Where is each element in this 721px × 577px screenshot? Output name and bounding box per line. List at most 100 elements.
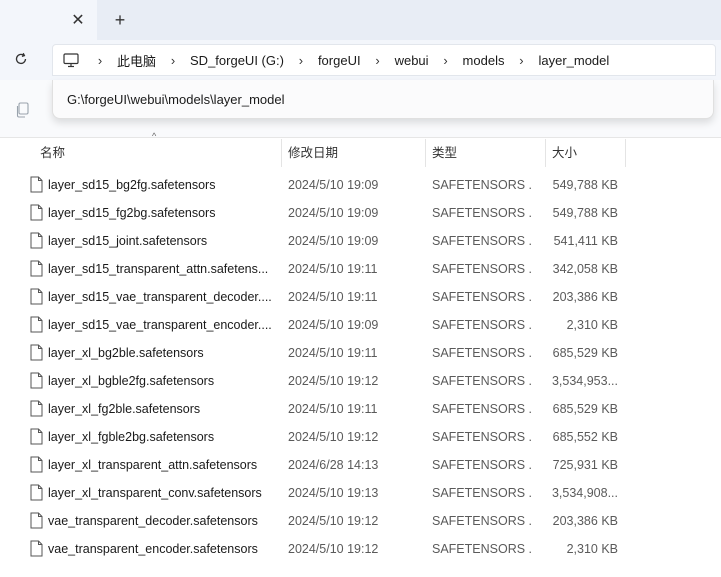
file-row[interactable]: layer_xl_transparent_attn.safetensors 202… [0,451,721,479]
breadcrumb-forgeui[interactable]: forgeUI [312,53,367,68]
file-date: 2024/5/10 19:12 [288,514,379,528]
file-name[interactable]: layer_sd15_joint.safetensors [48,227,273,255]
file-date: 2024/5/10 19:09 [288,234,379,248]
breadcrumb-drive[interactable]: SD_forgeUI (G:) [184,53,290,68]
file-icon [30,372,43,389]
file-name[interactable]: layer_sd15_vae_transparent_decoder.... [48,283,273,311]
file-type: SAFETENSORS ... [432,206,532,220]
breadcrumb-this-pc[interactable]: 此电脑 [111,51,162,70]
file-size: 725,931 KB [552,458,618,472]
file-icon [30,232,43,249]
file-type: SAFETENSORS ... [432,318,532,332]
column-header-date[interactable]: 修改日期 [288,139,338,167]
file-row[interactable]: layer_sd15_transparent_attn.safetens... 2… [0,255,721,283]
file-size: 685,529 KB [552,402,618,416]
file-type: SAFETENSORS ... [432,430,532,444]
navigation-bar: › 此电脑 › SD_forgeUI (G:) › forgeUI › webu… [0,40,721,80]
file-name[interactable]: layer_xl_fgble2bg.safetensors [48,423,273,451]
address-bar[interactable]: › 此电脑 › SD_forgeUI (G:) › forgeUI › webu… [52,44,716,76]
file-icon [30,456,43,473]
file-date: 2024/5/10 19:09 [288,206,379,220]
file-row[interactable]: layer_xl_fg2ble.safetensors 2024/5/10 19:… [0,395,721,423]
column-header-size[interactable]: 大小 [552,139,577,167]
file-icon [30,316,43,333]
column-header-row: ^ 名称 修改日期 类型 大小 [0,131,721,167]
file-size: 549,788 KB [552,178,618,192]
file-row[interactable]: layer_xl_fgble2bg.safetensors 2024/5/10 1… [0,423,721,451]
file-name[interactable]: layer_xl_transparent_conv.safetensors [48,479,273,507]
file-name[interactable]: layer_xl_transparent_attn.safetensors [48,451,273,479]
file-name[interactable]: layer_xl_bgble2fg.safetensors [48,367,273,395]
copy-button[interactable] [12,100,32,120]
path-suggestion-dropdown[interactable]: G:\forgeUI\webui\models\layer_model [52,80,714,119]
breadcrumb-separator[interactable]: › [290,53,312,68]
new-tab-button[interactable]: + [110,10,130,30]
file-date: 2024/5/10 19:12 [288,430,379,444]
path-suggestion-text[interactable]: G:\forgeUI\webui\models\layer_model [67,92,285,107]
file-name[interactable]: layer_xl_fg2ble.safetensors [48,395,273,423]
file-size: 685,529 KB [552,346,618,360]
file-icon [30,176,43,193]
file-size: 549,788 KB [552,206,618,220]
sort-ascending-icon: ^ [152,131,157,141]
computer-icon[interactable] [53,45,89,75]
breadcrumb-separator[interactable]: › [367,53,389,68]
file-icon [30,540,43,557]
file-type: SAFETENSORS ... [432,486,532,500]
file-size: 685,552 KB [552,430,618,444]
file-date: 2024/5/10 19:11 [288,346,378,360]
file-icon [30,400,43,417]
breadcrumb-layer-model[interactable]: layer_model [532,53,615,68]
breadcrumb-separator[interactable]: › [162,53,184,68]
file-name[interactable]: layer_sd15_bg2fg.safetensors [48,171,273,199]
column-divider[interactable] [625,139,626,167]
close-icon: ✕ [71,12,85,29]
file-size: 3,534,953... [551,374,618,388]
file-row[interactable]: layer_sd15_vae_transparent_decoder.... 20… [0,283,721,311]
file-size: 203,386 KB [552,514,618,528]
file-size: 3,534,908... [551,486,618,500]
file-row[interactable]: layer_xl_bgble2fg.safetensors 2024/5/10 1… [0,367,721,395]
file-icon [30,260,43,277]
refresh-icon [15,52,27,65]
file-row[interactable]: vae_transparent_encoder.safetensors 2024/… [0,535,721,563]
file-row[interactable]: layer_sd15_bg2fg.safetensors 2024/5/10 19… [0,171,721,199]
file-size: 2,310 KB [566,318,618,332]
file-row[interactable]: layer_sd15_vae_transparent_encoder.... 20… [0,311,721,339]
file-row[interactable]: layer_sd15_fg2bg.safetensors 2024/5/10 19… [0,199,721,227]
breadcrumb-separator[interactable]: › [510,53,532,68]
column-header-type[interactable]: 类型 [432,139,457,167]
file-type: SAFETENSORS ... [432,542,532,556]
file-name[interactable]: layer_sd15_vae_transparent_encoder.... [48,311,273,339]
file-row[interactable]: layer_sd15_joint.safetensors 2024/5/10 19… [0,227,721,255]
breadcrumb-models[interactable]: models [457,53,511,68]
tab-close-button[interactable]: ✕ [68,10,88,30]
file-icon [30,288,43,305]
active-tab[interactable]: ✕ [0,0,97,40]
file-date: 2024/5/10 19:12 [288,374,379,388]
refresh-button[interactable] [10,48,32,70]
file-date: 2024/6/28 14:13 [288,458,379,472]
file-name[interactable]: layer_sd15_transparent_attn.safetens... [48,255,273,283]
breadcrumb-separator[interactable]: › [435,53,457,68]
breadcrumb-separator[interactable]: › [89,53,111,68]
file-date: 2024/5/10 19:09 [288,318,379,332]
file-name[interactable]: vae_transparent_encoder.safetensors [48,535,273,563]
breadcrumb-webui[interactable]: webui [389,53,435,68]
column-divider[interactable] [425,139,426,167]
column-header-name[interactable]: 名称 [40,139,65,167]
file-icon [30,204,43,221]
file-date: 2024/5/10 19:11 [288,402,378,416]
file-date: 2024/5/10 19:09 [288,178,379,192]
file-row[interactable]: vae_transparent_decoder.safetensors 2024/… [0,507,721,535]
file-name[interactable]: layer_xl_bg2ble.safetensors [48,339,273,367]
file-name[interactable]: layer_sd15_fg2bg.safetensors [48,199,273,227]
file-size: 203,386 KB [552,290,618,304]
file-icon [30,344,43,361]
file-name[interactable]: vae_transparent_decoder.safetensors [48,507,273,535]
column-divider[interactable] [281,139,282,167]
file-row[interactable]: layer_xl_transparent_conv.safetensors 202… [0,479,721,507]
column-divider[interactable] [545,139,546,167]
tab-strip: ✕ + [0,0,721,40]
file-row[interactable]: layer_xl_bg2ble.safetensors 2024/5/10 19:… [0,339,721,367]
